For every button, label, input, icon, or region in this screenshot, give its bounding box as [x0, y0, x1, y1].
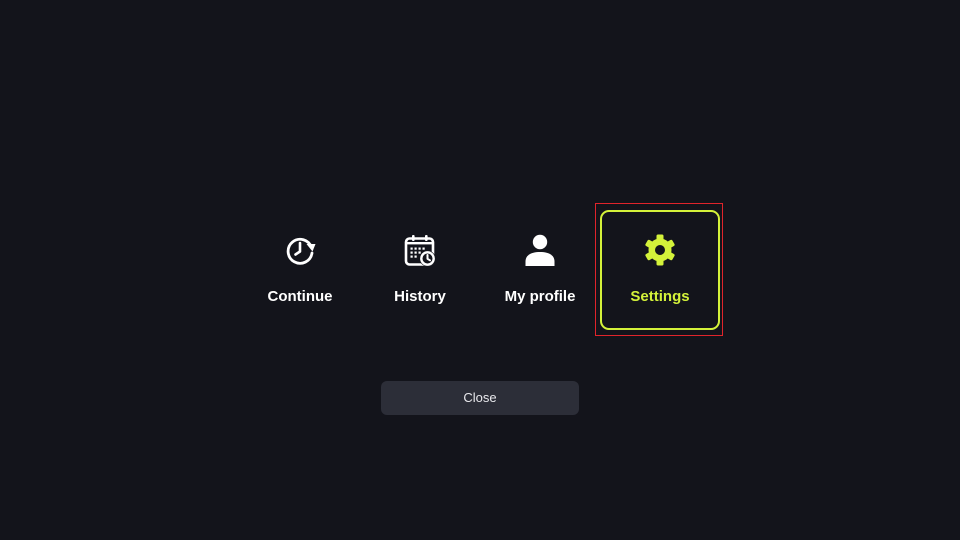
continue-icon — [282, 232, 318, 268]
menu-item-my-profile[interactable]: My profile — [480, 210, 600, 330]
menu-item-settings[interactable]: Settings — [600, 210, 720, 330]
menu-row: Continue History My profile Settings — [240, 210, 720, 330]
menu-screen: Continue History My profile Settings Clo… — [0, 0, 960, 540]
close-button[interactable]: Close — [381, 381, 579, 415]
person-icon — [522, 232, 558, 268]
menu-item-label: Continue — [267, 288, 333, 305]
menu-item-label: Settings — [630, 288, 690, 305]
menu-item-label: History — [394, 288, 446, 305]
menu-item-continue[interactable]: Continue — [240, 210, 360, 330]
gear-icon — [642, 232, 678, 268]
menu-item-label: My profile — [504, 288, 576, 305]
menu-item-history[interactable]: History — [360, 210, 480, 330]
calendar-clock-icon — [402, 232, 438, 268]
